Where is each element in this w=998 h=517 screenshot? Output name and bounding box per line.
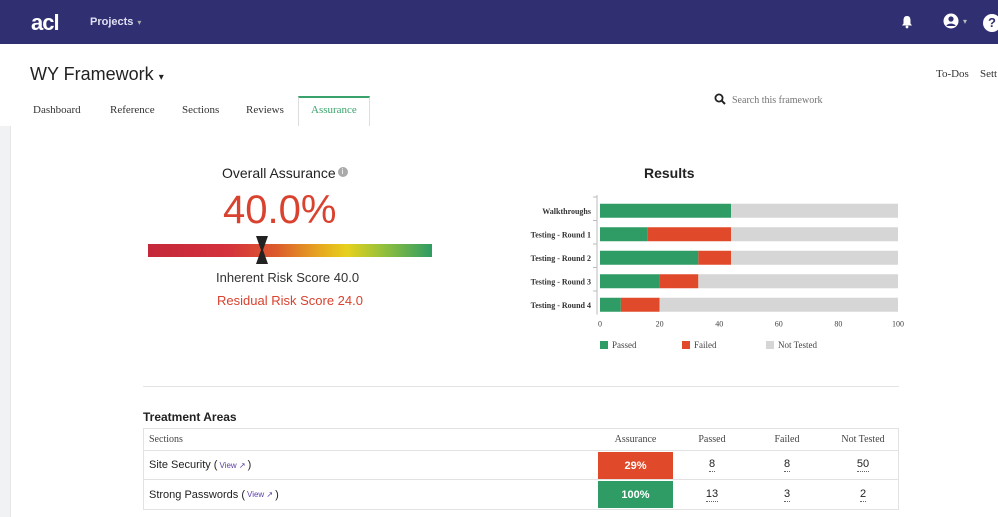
bar-not-tested — [731, 227, 898, 242]
category-label: Walkthroughs — [542, 207, 591, 216]
bar-failed — [620, 297, 660, 312]
column-header-sections: Sections — [149, 434, 183, 445]
failed-count-link[interactable]: 8 — [783, 458, 791, 472]
settings-link[interactable]: Sett — [980, 68, 997, 80]
top-navigation-bar: acl Projects ▾ ▾ ? — [0, 0, 998, 44]
overall-assurance-heading: Overall Assurance i — [222, 165, 348, 181]
projects-menu[interactable]: Projects ▾ — [90, 16, 141, 28]
info-icon[interactable]: i — [337, 167, 348, 177]
bar-passed — [600, 250, 699, 265]
column-header-not-tested: Not Tested — [841, 434, 885, 445]
bar-not-tested — [698, 274, 898, 289]
treatment-areas-table: Sections Assurance Passed Failed Not Tes… — [143, 428, 899, 510]
chevron-down-icon: ▾ — [158, 72, 164, 83]
bar-failed — [659, 274, 699, 289]
tab-sections[interactable]: Sections — [182, 104, 219, 116]
x-tick-label: 60 — [775, 320, 783, 329]
tab-assurance[interactable]: Assurance — [298, 96, 370, 126]
table-row: Site Security (View ↗) 29% 8 8 50 — [144, 451, 898, 480]
passed-count[interactable]: 8 — [682, 451, 742, 479]
column-header-passed: Passed — [698, 434, 726, 445]
residual-risk-score: Residual Risk Score 24.0 — [217, 293, 363, 308]
framework-header: WY Framework ▾ To-Dos Sett Dashboard Refe… — [0, 44, 998, 126]
assurance-gauge-bar — [148, 244, 432, 257]
view-link[interactable]: View ↗ — [247, 490, 273, 499]
section-name-cell: Site Security (View ↗) — [149, 459, 252, 471]
bar-not-tested — [659, 297, 898, 312]
bar-passed — [600, 227, 648, 242]
assurance-cell: 100% — [598, 481, 673, 508]
x-tick-label: 40 — [715, 320, 723, 329]
legend-label: Passed — [612, 340, 637, 350]
legend-item[interactable]: Failed — [682, 340, 717, 350]
not-tested-count[interactable]: 2 — [832, 480, 894, 509]
bar-not-tested — [731, 250, 898, 265]
tab-dashboard[interactable]: Dashboard — [33, 104, 81, 116]
bar-failed — [698, 250, 732, 265]
results-chart: Walkthroughs Testing - Round 1 Testing - R… — [531, 195, 904, 329]
passed-count[interactable]: 13 — [682, 480, 742, 509]
results-legend: Passed Failed Not Tested — [0, 340, 998, 354]
section-name: Strong Passwords — [149, 488, 239, 501]
passed-count-link[interactable]: 8 — [708, 458, 716, 472]
bar-passed — [600, 274, 660, 289]
acl-logo[interactable]: acl — [31, 10, 60, 36]
overall-assurance-value: 40.0% — [223, 188, 337, 232]
x-tick-label: 100 — [892, 320, 904, 329]
overall-assurance-title: Overall Assurance — [222, 165, 336, 181]
bar-not-tested — [731, 203, 898, 218]
category-label: Testing - Round 2 — [531, 254, 591, 263]
bar-passed — [600, 297, 621, 312]
todos-link[interactable]: To-Dos — [936, 68, 969, 80]
help-icon[interactable]: ? — [983, 14, 998, 32]
x-tick-label: 80 — [834, 320, 842, 329]
legend-item[interactable]: Passed — [600, 340, 637, 350]
chevron-down-icon: ▾ — [137, 18, 142, 27]
treatment-areas-title: Treatment Areas — [143, 410, 237, 424]
legend-item[interactable]: Not Tested — [766, 340, 817, 350]
not-tested-count[interactable]: 50 — [832, 451, 894, 479]
legend-swatch — [600, 341, 608, 349]
category-label: Testing - Round 3 — [531, 277, 591, 286]
chevron-down-icon[interactable]: ▾ — [963, 17, 967, 26]
bell-icon[interactable] — [900, 15, 914, 29]
section-divider — [143, 386, 899, 387]
legend-swatch — [766, 341, 774, 349]
tab-reviews[interactable]: Reviews — [246, 104, 284, 116]
x-tick-label: 20 — [656, 320, 664, 329]
framework-tabs: Dashboard Reference Sections Reviews Ass… — [0, 96, 998, 126]
column-header-failed: Failed — [774, 434, 800, 445]
assurance-cell: 29% — [598, 452, 673, 479]
legend-label: Not Tested — [778, 340, 817, 350]
legend-label: Failed — [694, 340, 717, 350]
not-tested-count-link[interactable]: 50 — [856, 458, 870, 472]
section-name-cell: Strong Passwords (View ↗) — [149, 488, 279, 501]
x-tick-label: 0 — [598, 320, 602, 329]
failed-count[interactable]: 8 — [757, 451, 817, 479]
failed-count[interactable]: 3 — [757, 480, 817, 509]
failed-count-link[interactable]: 3 — [783, 488, 791, 502]
table-header-row: Sections Assurance Passed Failed Not Tes… — [144, 429, 898, 451]
table-row: Strong Passwords (View ↗) 100% 13 3 2 — [144, 480, 898, 509]
category-label: Testing - Round 1 — [531, 230, 591, 239]
framework-title-dropdown[interactable]: WY Framework ▾ — [30, 64, 164, 85]
not-tested-count-link[interactable]: 2 — [859, 488, 867, 502]
passed-count-link[interactable]: 13 — [705, 488, 719, 502]
bar-passed — [600, 203, 732, 218]
user-icon[interactable] — [943, 13, 959, 33]
bar-failed — [647, 227, 732, 242]
category-label: Testing - Round 4 — [531, 301, 591, 310]
legend-swatch — [682, 341, 690, 349]
inherent-risk-score: Inherent Risk Score 40.0 — [216, 270, 360, 285]
framework-title: WY Framework — [30, 64, 154, 84]
column-header-assurance: Assurance — [614, 434, 657, 445]
view-link[interactable]: View ↗ — [219, 461, 245, 470]
tab-reference[interactable]: Reference — [110, 104, 155, 116]
results-title: Results — [644, 165, 695, 181]
projects-menu-label: Projects — [90, 16, 134, 28]
gauge-marker-icon — [255, 236, 268, 264]
section-name: Site Security — [149, 459, 211, 471]
